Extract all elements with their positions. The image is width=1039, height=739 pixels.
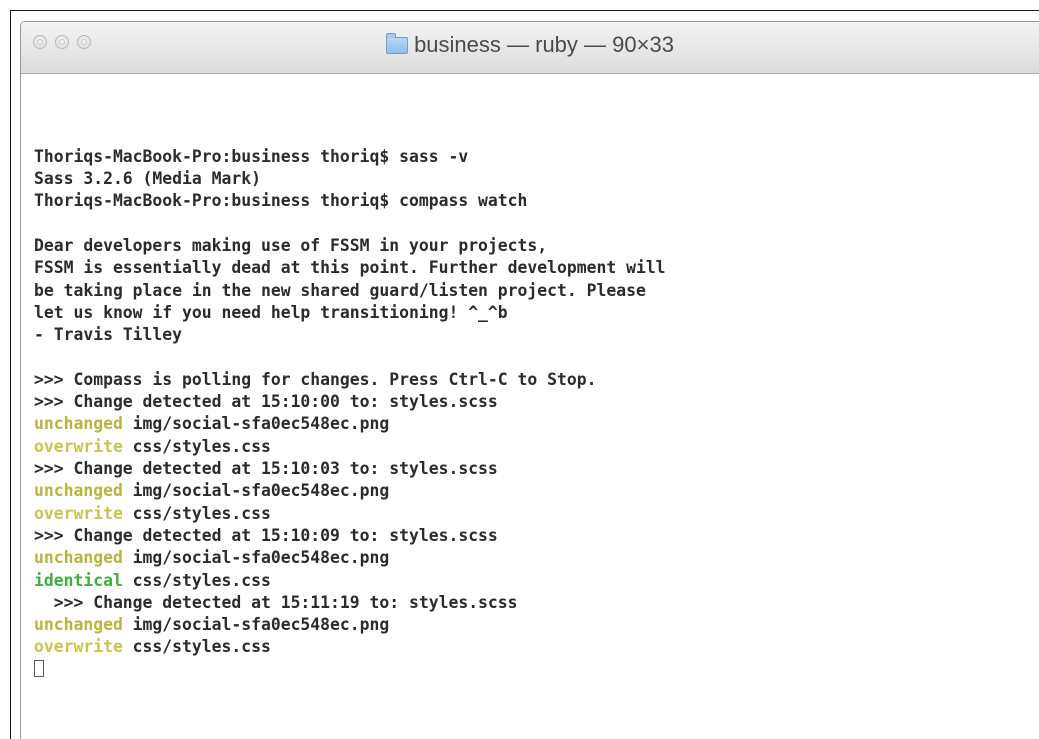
title-bar[interactable]: business — ruby — 90×33 (21, 22, 1039, 74)
status-label: unchanged (34, 615, 123, 635)
cursor-icon (34, 659, 44, 677)
terminal-line: Dear developers making use of FSSM in yo… (34, 235, 1039, 257)
prompt-line[interactable] (34, 659, 1039, 681)
line-text: img/social-sfa0ec548ec.png (122, 481, 390, 501)
terminal-line: be taking place in the new shared guard/… (34, 280, 1039, 302)
status-label: unchanged (34, 548, 123, 568)
status-label: unchanged (34, 414, 123, 434)
line-text: >>> Compass is polling for changes. Pres… (34, 369, 597, 389)
terminal-line: unchanged img/social-sfa0ec548ec.png (34, 614, 1039, 636)
line-text: >>> Change detected at 15:10:09 to: styl… (34, 525, 498, 545)
line-text: let us know if you need help transitioni… (34, 302, 508, 322)
line-text: Thoriqs-MacBook-Pro:business thoriq$ com… (34, 191, 528, 211)
status-label: identical (34, 570, 123, 590)
line-text: Dear developers making use of FSSM in yo… (34, 236, 548, 256)
folder-icon (386, 33, 409, 54)
line-text: img/social-sfa0ec548ec.png (122, 414, 390, 434)
terminal-window: business — ruby — 90×33 Thoriqs-MacBook-… (20, 21, 1039, 739)
terminal-line: Thoriqs-MacBook-Pro:business thoriq$ com… (34, 190, 1039, 212)
window-title: business — ruby — 90×33 (414, 32, 674, 57)
status-label: overwrite (34, 503, 123, 523)
status-label: unchanged (34, 481, 123, 501)
terminal-line: overwrite css/styles.css (34, 436, 1039, 458)
line-text: >>> Change detected at 15:10:03 to: styl… (34, 459, 498, 479)
line-text: >>> Change detected at 15:11:19 to: styl… (34, 592, 518, 612)
line-text: img/social-sfa0ec548ec.png (122, 615, 390, 635)
terminal-line: FSSM is essentially dead at this point. … (34, 257, 1039, 279)
line-text: css/styles.css (122, 637, 271, 657)
line-text: img/social-sfa0ec548ec.png (122, 548, 390, 568)
line-text: FSSM is essentially dead at this point. … (34, 258, 666, 278)
terminal-line: - Travis Tilley (34, 324, 1039, 346)
terminal-line: >>> Change detected at 15:10:00 to: styl… (34, 391, 1039, 413)
line-text: css/styles.css (122, 570, 271, 590)
terminal-line: identical css/styles.css (34, 570, 1039, 592)
terminal-output[interactable]: Thoriqs-MacBook-Pro:business thoriq$ sas… (34, 79, 1039, 739)
terminal-line: let us know if you need help transitioni… (34, 302, 1039, 324)
terminal-line: unchanged img/social-sfa0ec548ec.png (34, 413, 1039, 435)
terminal-line: unchanged img/social-sfa0ec548ec.png (34, 547, 1039, 569)
window-title-container: business — ruby — 90×33 (21, 32, 1039, 58)
terminal-line: Sass 3.2.6 (Media Mark) (34, 168, 1039, 190)
terminal-line: >>> Change detected at 15:10:09 to: styl… (34, 525, 1039, 547)
line-text: be taking place in the new shared guard/… (34, 280, 646, 300)
terminal-line: unchanged img/social-sfa0ec548ec.png (34, 480, 1039, 502)
terminal-line: >>> Change detected at 15:10:03 to: styl… (34, 458, 1039, 480)
status-label: overwrite (34, 637, 123, 657)
line-text: >>> Change detected at 15:10:00 to: styl… (34, 392, 498, 412)
line-text: Thoriqs-MacBook-Pro:business thoriq$ sas… (34, 146, 469, 166)
status-label: overwrite (34, 436, 123, 456)
terminal-line: >>> Change detected at 15:11:19 to: styl… (34, 592, 1039, 614)
terminal-line: overwrite css/styles.css (34, 503, 1039, 525)
terminal-line: >>> Compass is polling for changes. Pres… (34, 369, 1039, 391)
line-text: - Travis Tilley (34, 325, 183, 345)
terminal-line: Thoriqs-MacBook-Pro:business thoriq$ sas… (34, 146, 1039, 168)
line-text: Sass 3.2.6 (Media Mark) (34, 169, 261, 189)
line-text: css/styles.css (122, 503, 271, 523)
line-text: css/styles.css (122, 436, 271, 456)
terminal-line: overwrite css/styles.css (34, 636, 1039, 658)
